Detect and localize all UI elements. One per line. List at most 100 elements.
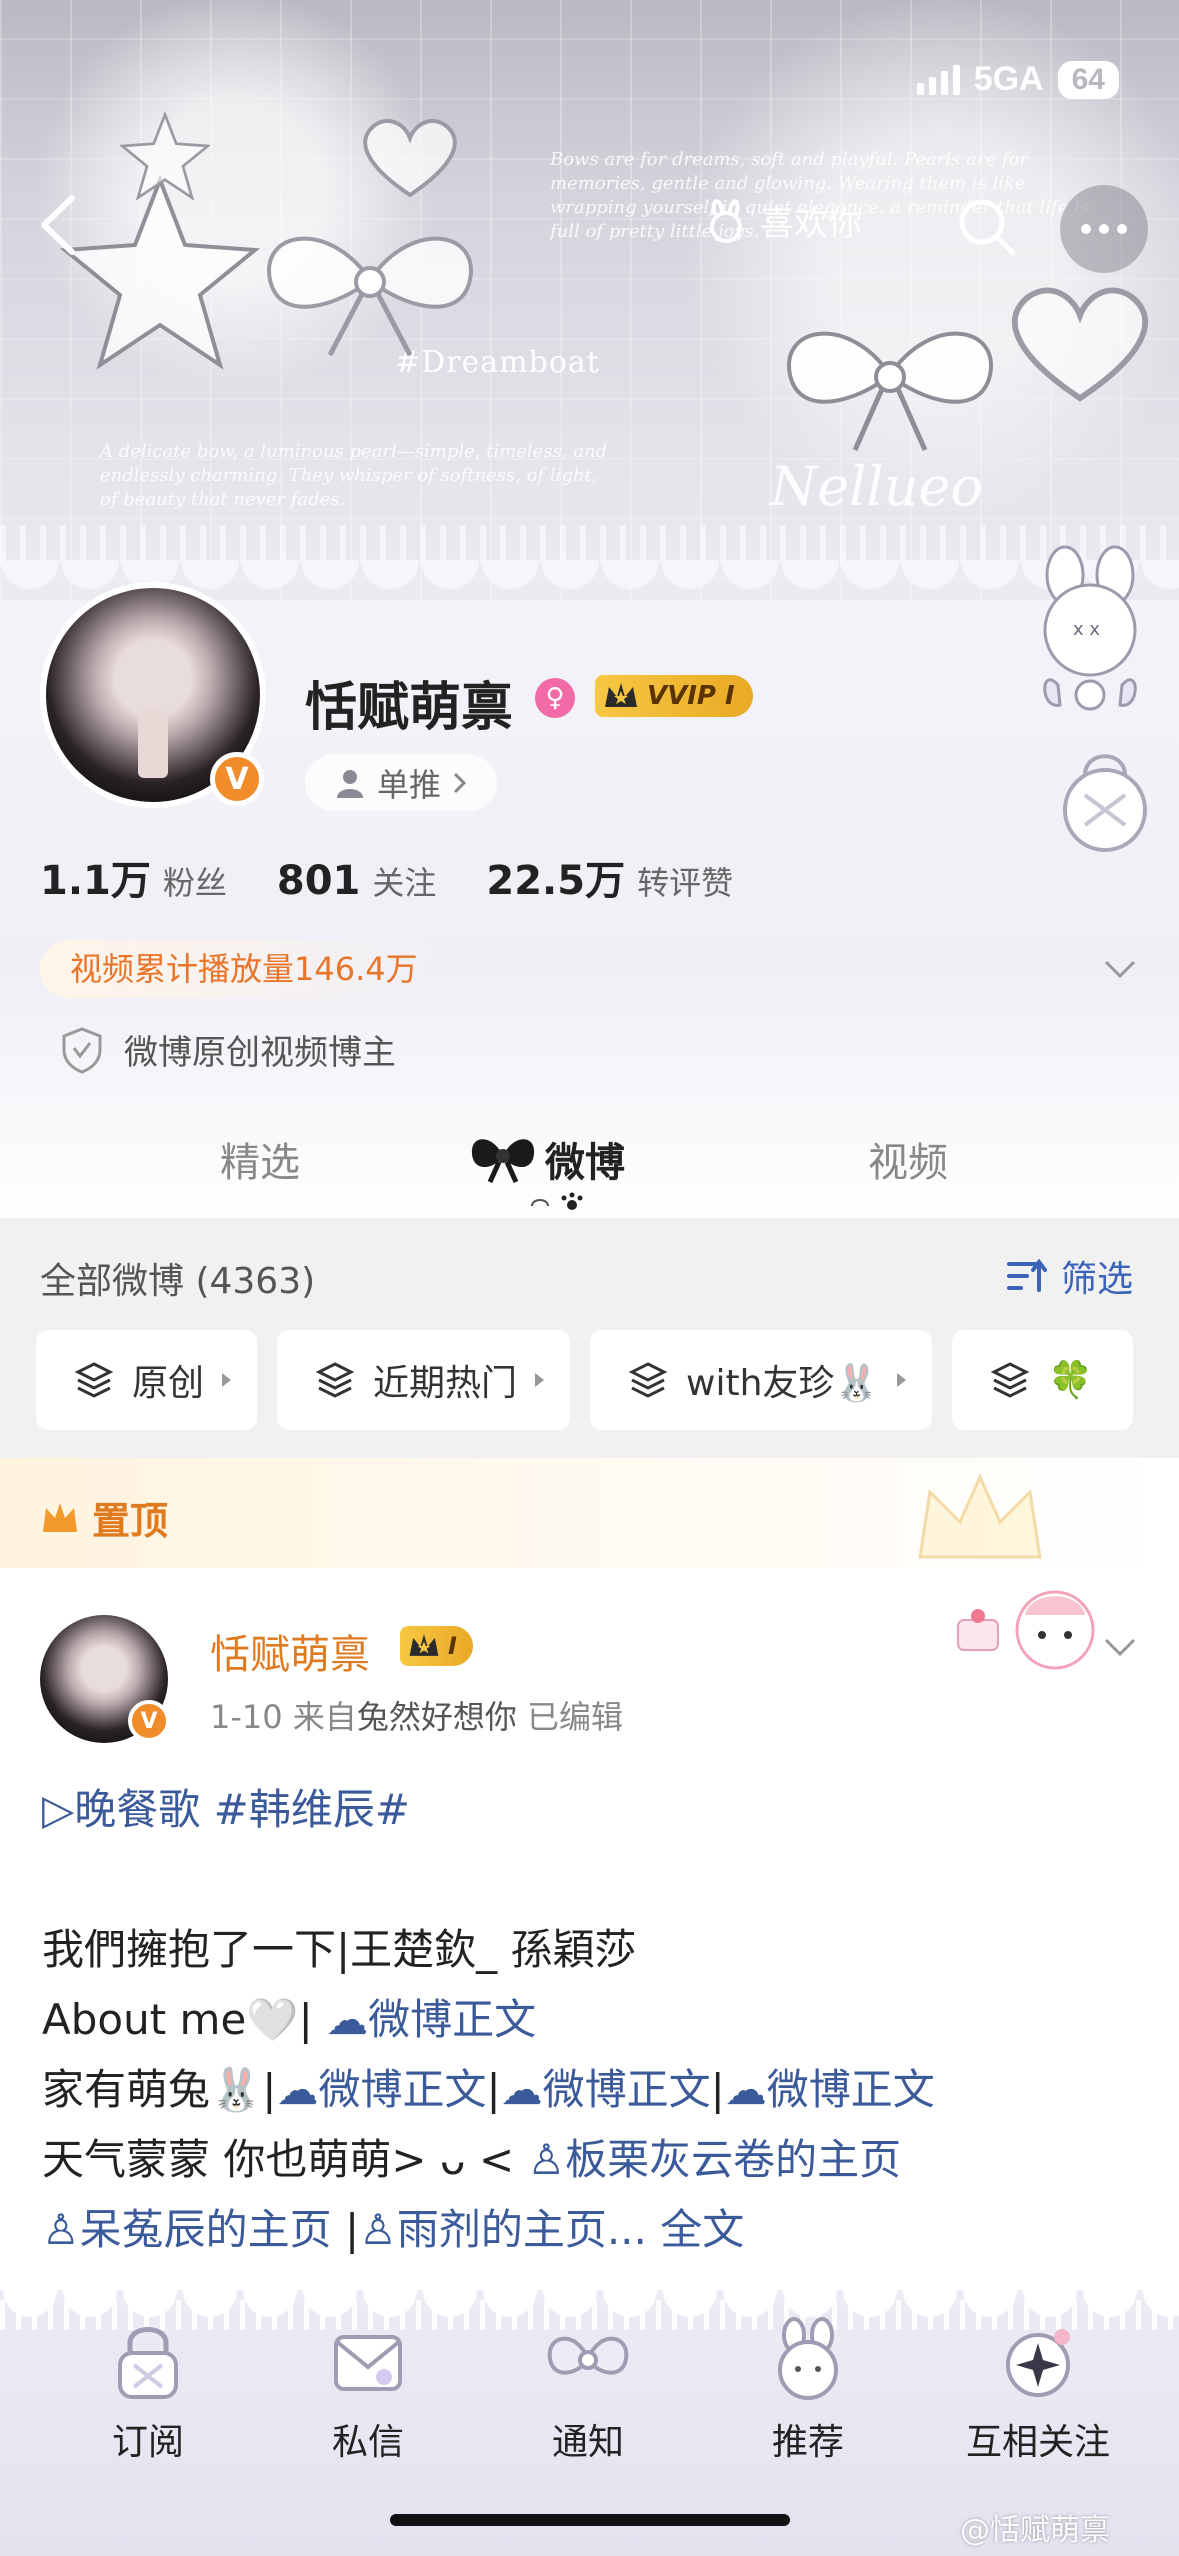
post-text: | xyxy=(331,2205,360,2254)
lock-icon xyxy=(118,2327,178,2399)
battery-level: 64 xyxy=(1057,60,1119,99)
lace-trim xyxy=(0,525,1179,565)
chevron-right-icon xyxy=(453,772,467,794)
cake-sticker-icon xyxy=(957,1590,1095,1670)
female-icon: ♀ xyxy=(535,678,575,718)
star-icon xyxy=(60,174,260,370)
search-icon[interactable] xyxy=(955,195,1019,259)
like-label: 喜欢你 xyxy=(760,203,862,244)
signal-icon xyxy=(916,64,960,95)
pinned-label: 置顶 xyxy=(40,1490,168,1545)
certification-label: 微博原创视频博主 xyxy=(124,1033,396,1073)
bunny-icon: x x xyxy=(1043,545,1137,711)
post-text: 我們擁抱了一下|王楚欽_ 孫穎莎 xyxy=(42,1925,637,1974)
paw-icon xyxy=(531,1192,583,1210)
status-bar: 5GA 64 xyxy=(916,60,1119,99)
post-line: 家有萌兔🐰|☁微博正文|☁微博正文|☁微博正文 xyxy=(42,2055,1152,2125)
bow-icon xyxy=(787,331,993,452)
heart-icon xyxy=(363,118,457,198)
followers-stat[interactable]: 1.1万 粉丝 xyxy=(40,848,227,906)
post-link[interactable]: ♙呆菟辰的主页 xyxy=(42,2205,332,2254)
layers-icon xyxy=(74,1362,114,1398)
post-link[interactable]: ☁微博正文 xyxy=(276,2065,486,2114)
engagement-stat[interactable]: 22.5万 转评赞 xyxy=(486,848,733,906)
crown-icon xyxy=(409,1634,439,1656)
chevron-down-icon[interactable] xyxy=(1100,1628,1140,1668)
post-text: 天气蒙蒙 你也萌萌> ᴗ < xyxy=(42,2135,528,2184)
post-text: 家有萌兔🐰| xyxy=(42,2065,277,2114)
category-chips: 原创 近期热门 with友珍🐰 🍀 xyxy=(36,1330,1134,1430)
post-link[interactable]: ♙雨剂的主页... 全文 xyxy=(359,2205,744,2254)
post-body: ▷晚餐歌 #韩维辰# 我們擁抱了一下|王楚欽_ 孫穎莎 About me🤍| ☁微博… xyxy=(42,1775,1152,2265)
crown-icon xyxy=(605,683,637,707)
post-line: About me🤍| ☁微博正文 xyxy=(42,1985,1152,2055)
certification[interactable]: 微博原创视频博主 xyxy=(60,1025,396,1074)
caret-right-icon xyxy=(897,1373,907,1387)
envelope-icon xyxy=(334,2335,402,2391)
bottom-nav-subscribe[interactable]: 订阅 xyxy=(68,2315,228,2465)
layers-icon xyxy=(315,1362,355,1398)
verified-badge: V xyxy=(128,1700,170,1742)
profile-username: 恬赋萌禀 xyxy=(305,678,514,738)
post-line: ▷晚餐歌 #韩维辰# xyxy=(42,1775,1152,1845)
filter-icon xyxy=(1007,1258,1047,1292)
post-line: 我們擁抱了一下|王楚欽_ 孫穎莎 xyxy=(42,1915,1152,1985)
post-source[interactable]: 兔然好想你 xyxy=(357,1698,517,1736)
shield-icon xyxy=(62,1026,102,1074)
post-text: About me🤍| xyxy=(42,1995,327,2044)
post-link[interactable]: ☁微博正文 xyxy=(725,2065,935,2114)
post-edited: 已编辑 xyxy=(527,1698,624,1736)
filter-button[interactable]: 筛选 xyxy=(1005,1250,1133,1302)
more-button[interactable] xyxy=(1060,185,1148,273)
layers-icon xyxy=(628,1362,668,1398)
following-stat[interactable]: 801 关注 xyxy=(277,858,437,904)
bottom-nav-mutual[interactable]: 互相关注 xyxy=(948,2315,1128,2465)
sparkle-icon xyxy=(1006,2329,1070,2397)
chip-original[interactable]: 原创 xyxy=(36,1330,258,1430)
home-indicator[interactable] xyxy=(390,2514,790,2526)
heart-icon xyxy=(1011,287,1149,402)
tab-video[interactable]: 视频 xyxy=(868,1130,948,1188)
post-link[interactable]: ▷晚餐歌 #韩维辰# xyxy=(42,1785,410,1834)
post-link[interactable]: ☁微博正文 xyxy=(501,2065,711,2114)
post-source-prefix: 来自 xyxy=(292,1698,357,1736)
layers-icon xyxy=(990,1362,1030,1398)
chevron-down-icon[interactable] xyxy=(1100,950,1140,990)
bag-icon xyxy=(1063,754,1147,852)
chip-clover[interactable]: 🍀 xyxy=(952,1330,1134,1430)
post-line xyxy=(42,1845,1152,1915)
bottom-nav-notifications[interactable]: 通知 xyxy=(508,2315,668,2465)
bunny-icon xyxy=(778,2317,838,2400)
post-text: | xyxy=(486,2065,501,2114)
like-button[interactable]: 喜欢你 xyxy=(700,195,862,245)
vip-badge[interactable]: VVIP I xyxy=(595,675,753,717)
network-label: 5GA xyxy=(973,60,1044,98)
chip-recent-hot[interactable]: 近期热门 xyxy=(277,1330,571,1430)
tab-featured[interactable]: 精选 xyxy=(220,1130,300,1188)
star-icon xyxy=(120,110,210,200)
filter-label: 筛选 xyxy=(1061,1259,1134,1300)
crown-icon xyxy=(918,1473,1042,1559)
post-link[interactable]: ♙板栗灰云卷的主页 xyxy=(527,2135,901,2184)
caret-right-icon xyxy=(535,1373,545,1387)
tab-weibo[interactable]: 微博 xyxy=(545,1130,625,1188)
single-push-button[interactable]: 单推 xyxy=(305,755,498,811)
bottom-nav-recommend[interactable]: 推荐 xyxy=(728,2315,888,2465)
crown-icon xyxy=(43,1502,77,1532)
bottom-nav-messages[interactable]: 私信 xyxy=(288,2315,448,2465)
post-link[interactable]: ☁微博正文 xyxy=(326,1995,536,2044)
svg-text:x x: x x xyxy=(1073,619,1100,640)
vip-badge[interactable]: I xyxy=(400,1626,473,1666)
verified-badge: V xyxy=(210,752,264,806)
post-author-name[interactable]: 恬赋萌禀 xyxy=(210,1622,370,1680)
post-line: 天气蒙蒙 你也萌萌> ᴗ < ♙板栗灰云卷的主页 xyxy=(42,2125,1152,2195)
vip-label: VVIP I xyxy=(647,681,735,711)
back-icon[interactable] xyxy=(30,190,90,260)
post-line: ♙呆菟辰的主页 |♙雨剂的主页... 全文 xyxy=(42,2195,1152,2265)
chip-with-friend[interactable]: with友珍🐰 xyxy=(590,1330,933,1430)
bow-icon xyxy=(267,236,473,357)
all-weibo-count: 全部微博 (4363) xyxy=(40,1261,316,1302)
banner-script-text-2: A delicate bow, a luminous pearl—simple,… xyxy=(100,441,608,510)
video-play-count: 视频累计播放量146.4万 xyxy=(40,940,448,998)
single-push-label: 单推 xyxy=(377,766,442,804)
